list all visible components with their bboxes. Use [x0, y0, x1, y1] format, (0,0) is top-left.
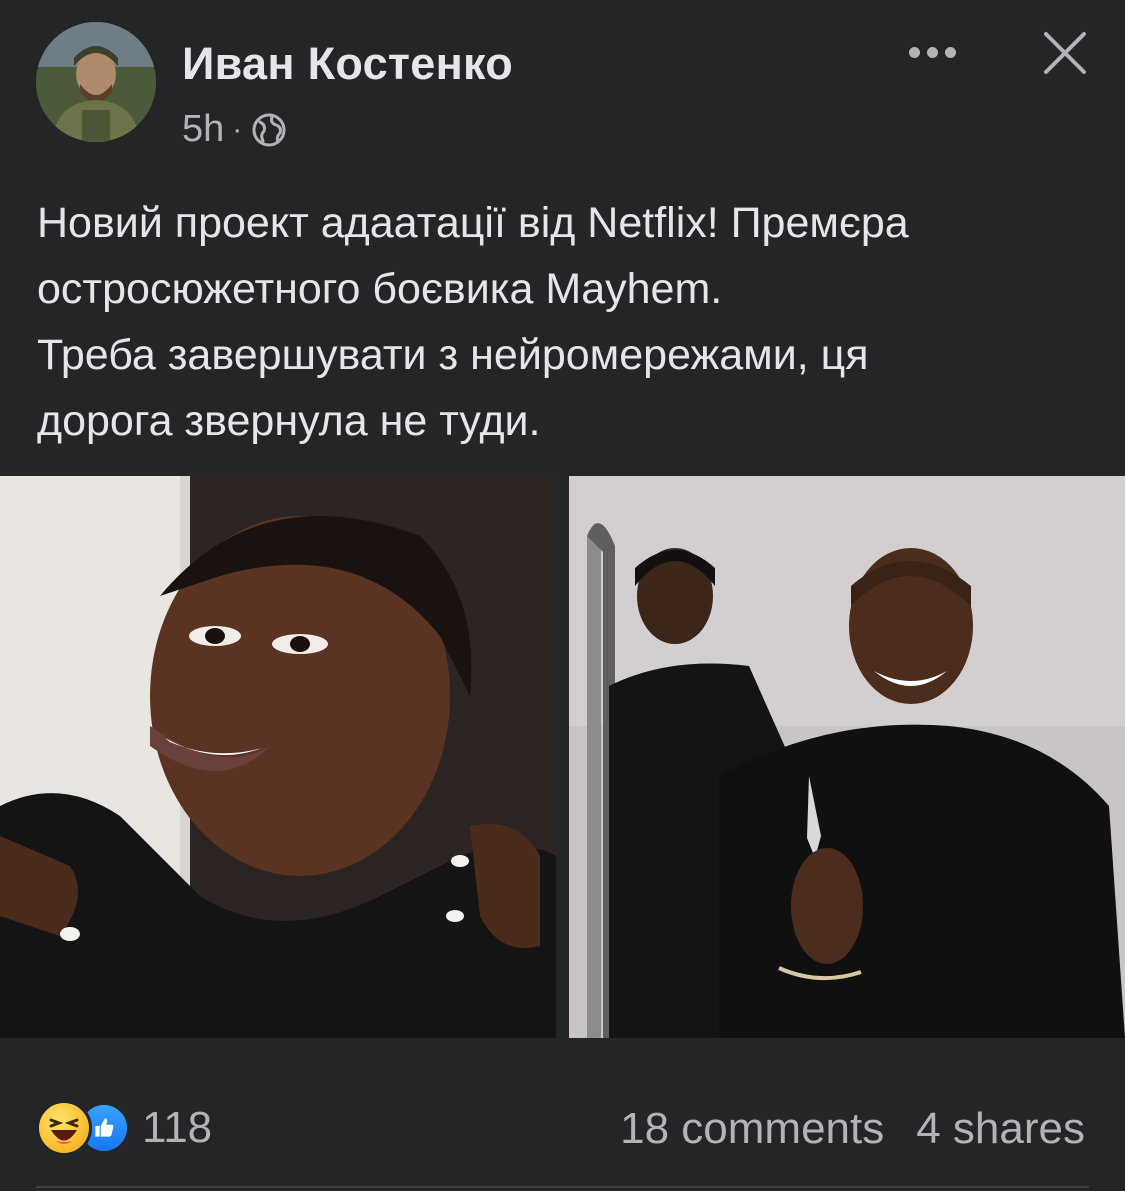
post-text-line: Новий проект адаатації від Netflix! Прем…: [37, 199, 909, 247]
globe-icon[interactable]: [250, 111, 288, 149]
close-icon[interactable]: [1040, 28, 1090, 78]
reaction-count: 118: [142, 1103, 213, 1152]
post-time[interactable]: 5h: [182, 108, 224, 151]
post-text: Новий проект адаатації від Netflix! Прем…: [37, 190, 1107, 454]
meta-separator: ·: [232, 112, 243, 146]
reactions-summary[interactable]: 118: [36, 1100, 212, 1156]
post-stats: 18 comments 4 shares: [620, 1104, 1085, 1154]
post-text-line: дорога звернула не туди.: [37, 397, 541, 445]
shares-link[interactable]: 4 shares: [916, 1104, 1085, 1154]
divider: [36, 1186, 1089, 1188]
post-meta: 5h ·: [182, 108, 288, 151]
author-name[interactable]: Иван Костенко: [182, 38, 513, 90]
photo-portrait-smiling-woman[interactable]: [0, 476, 556, 1038]
haha-reaction-icon: [36, 1100, 92, 1156]
author-avatar[interactable]: [36, 22, 156, 142]
photo-two-women-with-knife[interactable]: [569, 476, 1125, 1038]
post-text-line: остросюжетного боєвика Mayhem.: [37, 265, 723, 313]
post-text-line: Треба завершувати з нейромережами, ця: [37, 331, 869, 379]
more-options-icon[interactable]: [900, 30, 964, 74]
comments-link[interactable]: 18 comments: [620, 1104, 884, 1154]
